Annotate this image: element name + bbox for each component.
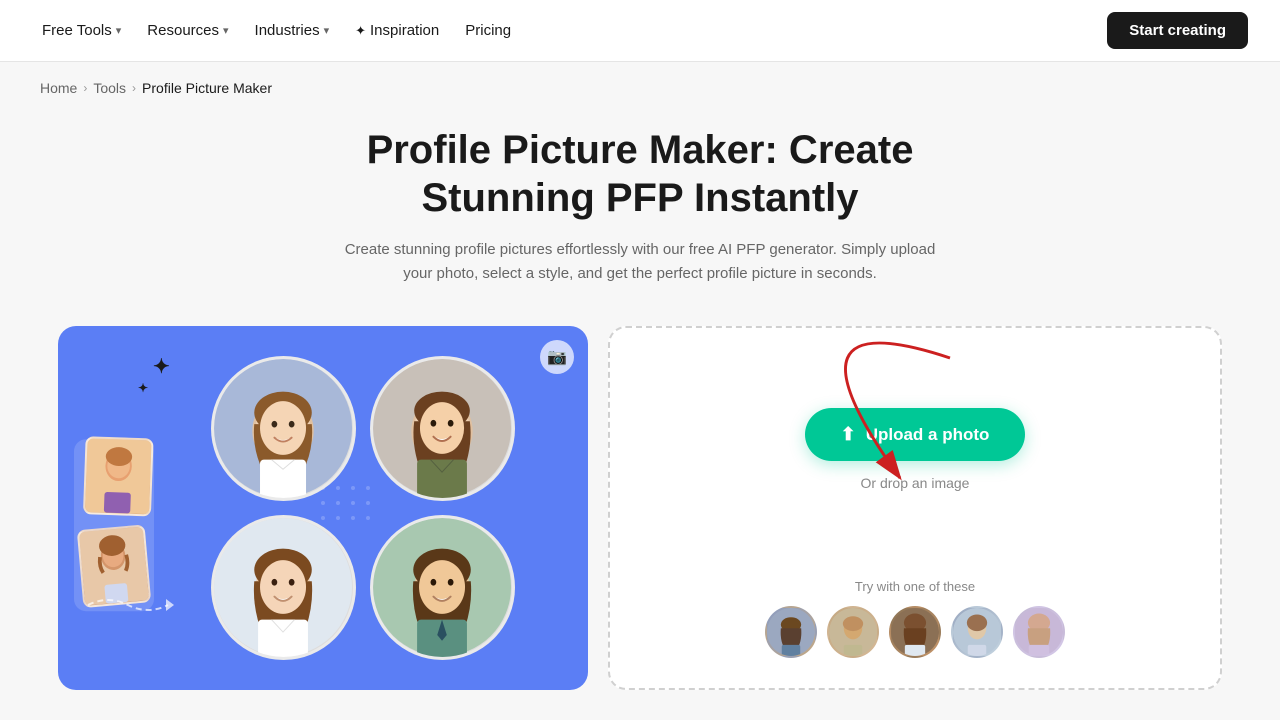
sample-avatar-2[interactable] bbox=[827, 606, 879, 658]
sample-avatar-1[interactable] bbox=[765, 606, 817, 658]
nav-left: Free Tools ▾ Resources ▾ Industries ▾ ✦ … bbox=[32, 14, 521, 47]
breadcrumb: Home › Tools › Profile Picture Maker bbox=[0, 62, 1280, 106]
upload-panel: ⬆ Upload a photo Or drop an image Try wi… bbox=[608, 326, 1222, 690]
hero-subtitle: Create stunning profile pictures effortl… bbox=[340, 238, 940, 286]
breadcrumb-current: Profile Picture Maker bbox=[142, 80, 272, 96]
page-title: Profile Picture Maker: Create Stunning P… bbox=[290, 126, 990, 222]
breadcrumb-sep-2: › bbox=[132, 81, 136, 95]
nav-pricing-label: Pricing bbox=[465, 22, 511, 39]
nav-inspiration-label: Inspiration bbox=[370, 22, 439, 39]
camera-icon[interactable]: 📷 bbox=[540, 340, 574, 374]
star-icon-small: ✦ bbox=[138, 381, 148, 395]
spark-icon: ✦ bbox=[355, 23, 366, 39]
profile-circle-3 bbox=[211, 515, 356, 660]
mini-photo-back bbox=[83, 436, 154, 516]
navbar: Free Tools ▾ Resources ▾ Industries ▾ ✦ … bbox=[0, 0, 1280, 62]
breadcrumb-home[interactable]: Home bbox=[40, 80, 77, 96]
try-samples-section: Try with one of these bbox=[640, 539, 1190, 658]
breadcrumb-tools[interactable]: Tools bbox=[93, 80, 126, 96]
nav-industries-label: Industries bbox=[255, 22, 320, 39]
illustration-panel: ✦ ✦ bbox=[58, 326, 588, 690]
nav-inspiration[interactable]: ✦ Inspiration bbox=[345, 14, 449, 47]
hero-section: Profile Picture Maker: Create Stunning P… bbox=[0, 106, 1280, 316]
nav-resources-label: Resources bbox=[147, 22, 219, 39]
nav-resources[interactable]: Resources ▾ bbox=[137, 14, 238, 47]
sample-avatars-row bbox=[640, 606, 1190, 658]
sample-avatar-3[interactable] bbox=[889, 606, 941, 658]
upload-button-label: Upload a photo bbox=[866, 425, 990, 445]
upload-icon: ⬆ bbox=[841, 424, 856, 445]
upload-photo-button[interactable]: ⬆ Upload a photo bbox=[805, 408, 1026, 461]
deco-arrow-svg bbox=[78, 585, 178, 635]
sample-avatar-4[interactable] bbox=[951, 606, 1003, 658]
chevron-down-icon: ▾ bbox=[116, 24, 122, 37]
chevron-down-icon: ▾ bbox=[324, 24, 330, 37]
star-icon-large: ✦ bbox=[153, 354, 170, 379]
nav-industries[interactable]: Industries ▾ bbox=[245, 14, 340, 47]
profile-circle-2 bbox=[370, 356, 515, 501]
main-content: ✦ ✦ bbox=[30, 316, 1250, 720]
drop-image-text: Or drop an image bbox=[861, 475, 970, 491]
try-label: Try with one of these bbox=[640, 579, 1190, 594]
profile-photo-grid bbox=[101, 326, 545, 690]
start-creating-button[interactable]: Start creating bbox=[1107, 12, 1248, 49]
nav-pricing[interactable]: Pricing bbox=[455, 14, 521, 47]
chevron-down-icon: ▾ bbox=[223, 24, 229, 37]
breadcrumb-sep-1: › bbox=[83, 81, 87, 95]
nav-free-tools-label: Free Tools bbox=[42, 22, 112, 39]
upload-area: ⬆ Upload a photo Or drop an image bbox=[805, 408, 1026, 491]
sample-avatar-5[interactable] bbox=[1013, 606, 1065, 658]
profile-circle-1 bbox=[211, 356, 356, 501]
profile-circle-4 bbox=[370, 515, 515, 660]
nav-free-tools[interactable]: Free Tools ▾ bbox=[32, 14, 131, 47]
